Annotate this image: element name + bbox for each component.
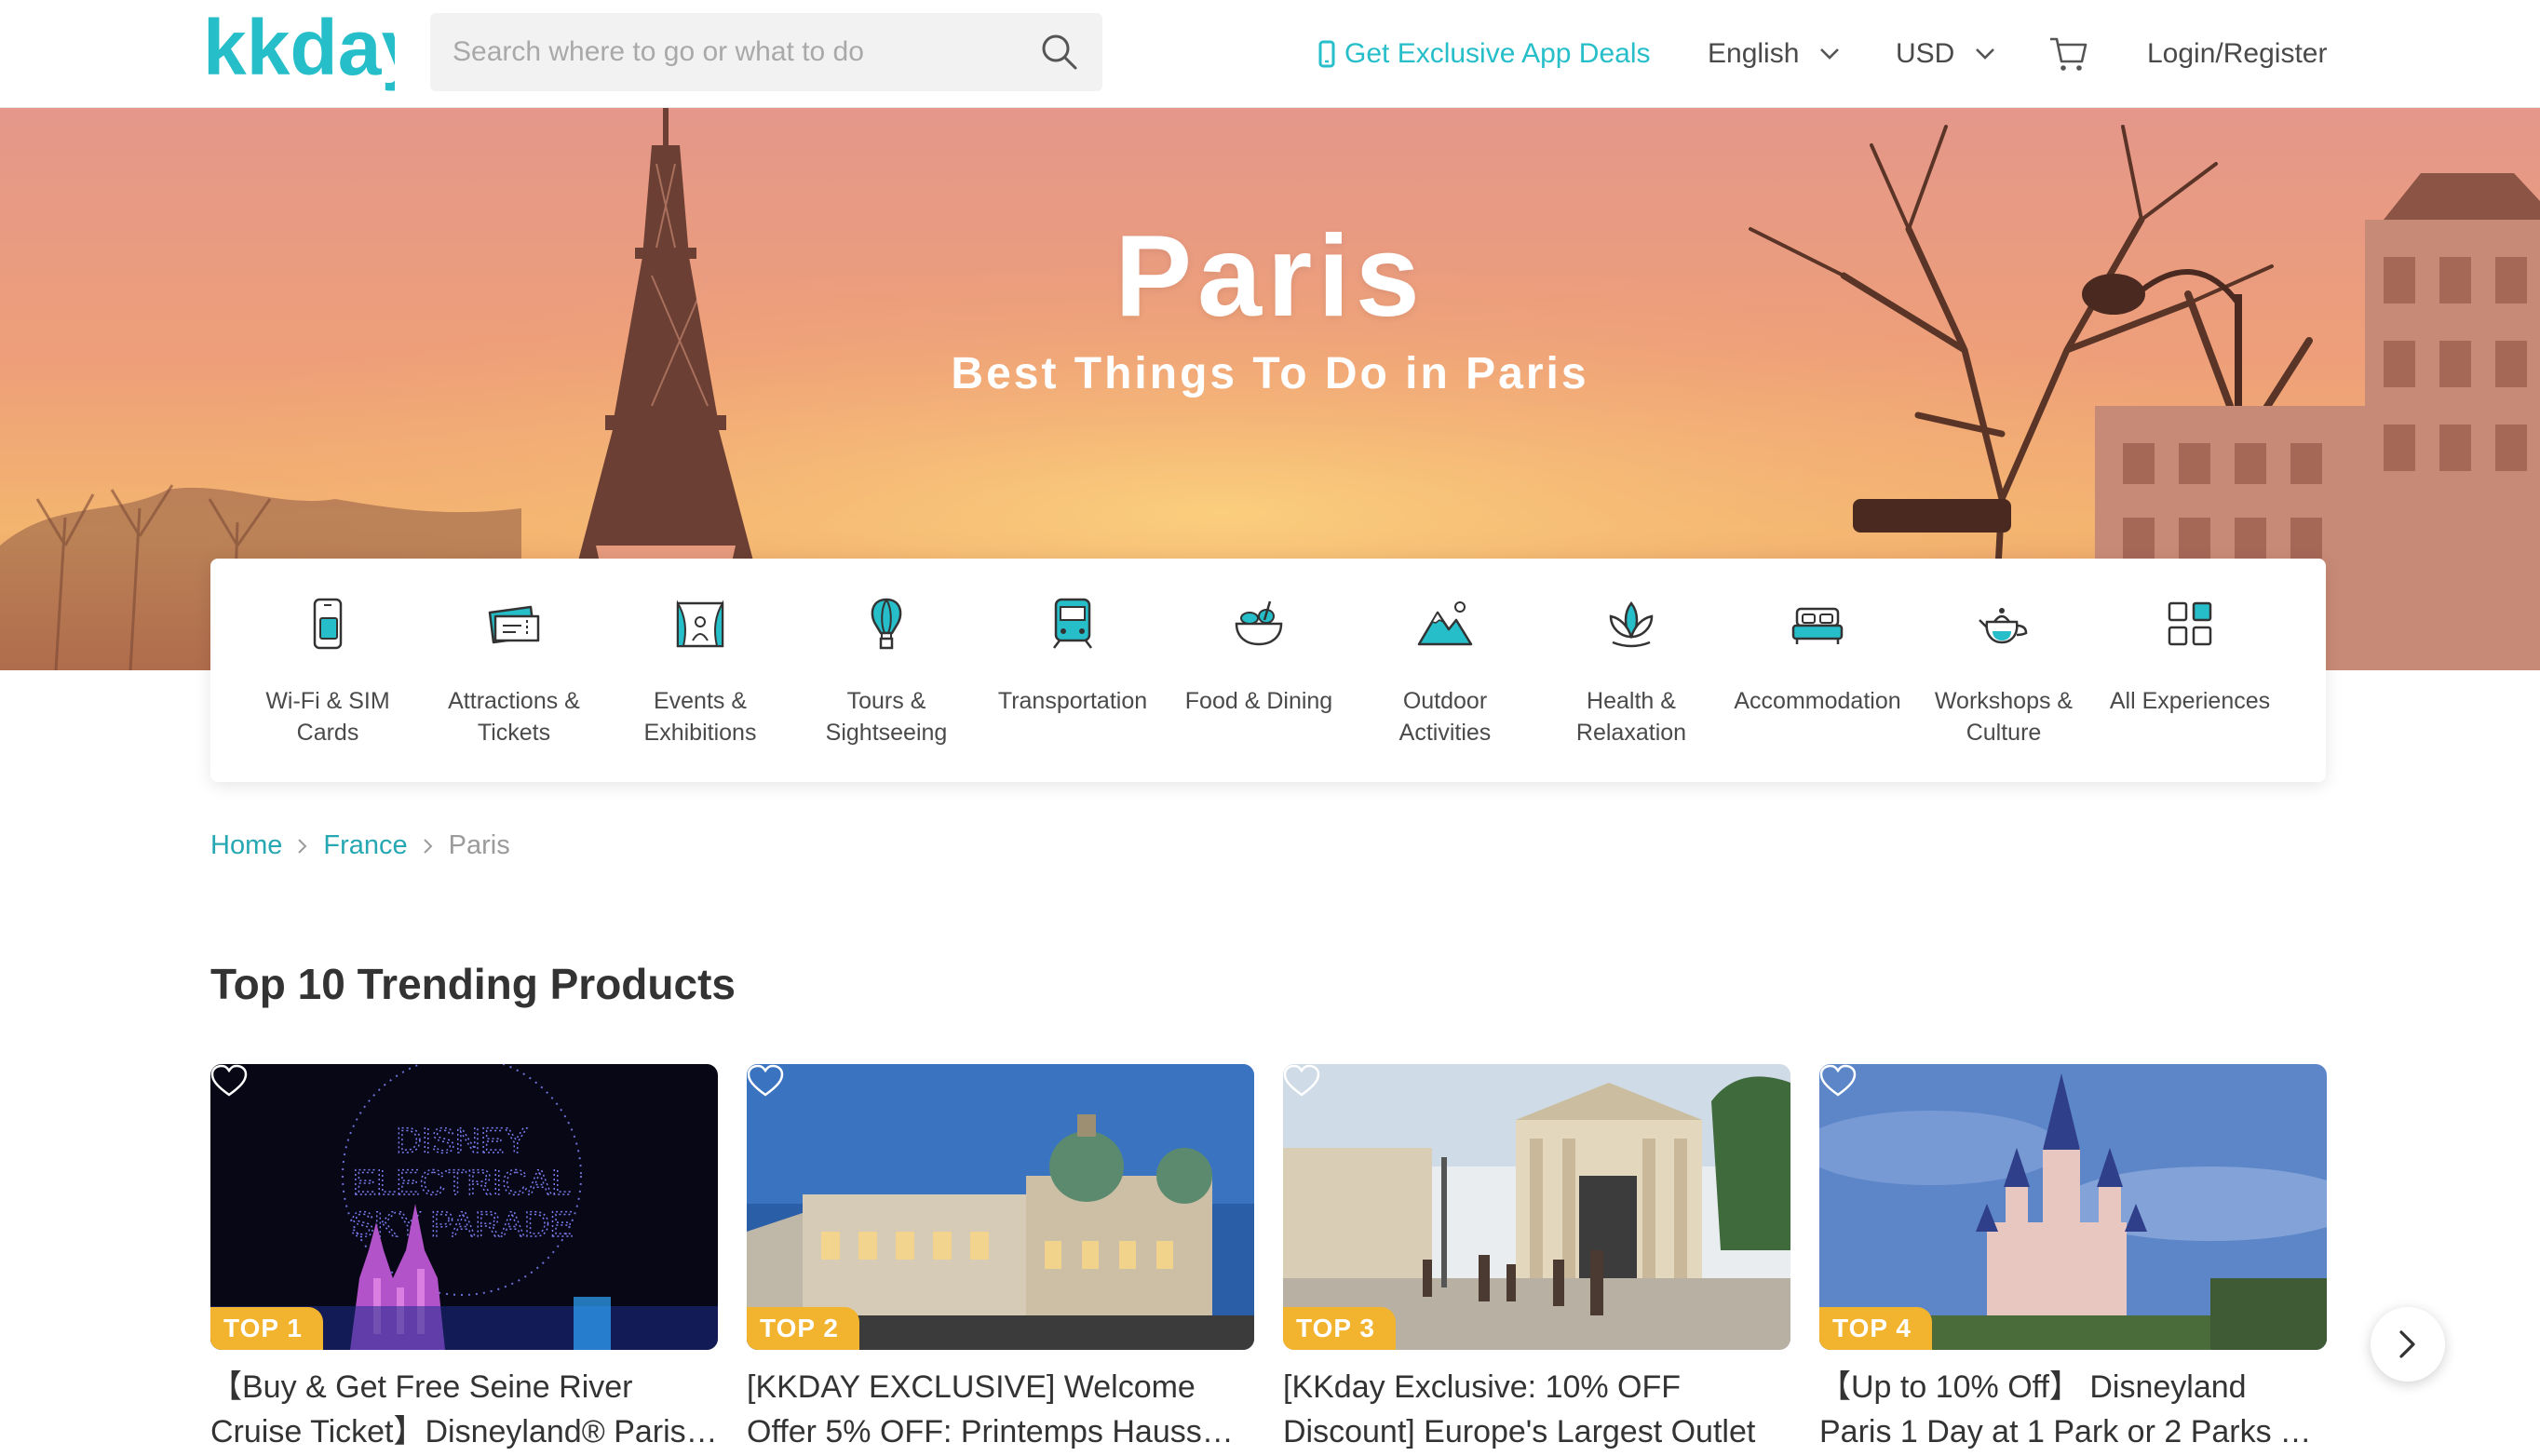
bed-icon: [1791, 607, 1844, 644]
kkday-logo[interactable]: kkday: [203, 6, 395, 99]
product-title[interactable]: 【Buy & Get Free Seine River Cruise Ticke…: [210, 1365, 718, 1454]
chevron-down-icon: [1976, 48, 1995, 60]
product-title[interactable]: [KKDAY EXCLUSIVE] Welcome Offer 5% OFF: …: [747, 1365, 1254, 1454]
currency-label: USD: [1896, 38, 1955, 69]
chevron-down-icon: [1820, 48, 1840, 60]
cart-button[interactable]: [2048, 0, 2087, 108]
chevron-right-icon: [423, 838, 433, 854]
category-accommodation[interactable]: Accommodation: [1724, 559, 1911, 782]
ticket-icon: [488, 605, 540, 644]
category-events[interactable]: Events & Exhibitions: [607, 559, 793, 782]
category-label: Accommodation: [1734, 688, 1901, 714]
lotus-icon: [1609, 600, 1654, 648]
svg-text:kkday: kkday: [203, 7, 395, 91]
app-deals-label: Get Exclusive App Deals: [1344, 38, 1651, 69]
category-label: Food & Dining: [1184, 688, 1333, 714]
product-image[interactable]: TOP 3: [1283, 1064, 1790, 1350]
product-card[interactable]: TOP 2 [KKDAY EXCLUSIVE] Welcome Offer 5%…: [747, 1064, 1254, 1454]
rank-badge: TOP 2: [747, 1307, 859, 1350]
category-label: Workshops & Culture: [1934, 688, 2074, 746]
product-image[interactable]: TOP 4: [1819, 1064, 2327, 1350]
category-label: Wi-Fi & SIM Cards: [265, 688, 390, 746]
product-card[interactable]: TOP 4 【Up to 10% Off】 Disneyland Paris 1…: [1819, 1064, 2327, 1454]
heart-icon[interactable]: [1819, 1064, 1857, 1098]
category-outdoor[interactable]: Outdoor Activities: [1352, 559, 1538, 782]
search-box[interactable]: [430, 13, 1102, 91]
rank-badge: TOP 1: [210, 1307, 323, 1350]
product-title-line: Paris 1 Day at 1 Park or 2 Parks Ticket: [1819, 1414, 2327, 1449]
app-deals-link[interactable]: Get Exclusive App Deals: [1318, 0, 1651, 108]
train-icon: [1053, 598, 1092, 649]
product-title-line: 【Buy & Get Free Seine River: [210, 1369, 633, 1405]
category-bar: Wi-Fi & SIM Cards Attractions & Tickets …: [210, 559, 2326, 782]
sim-card-icon: [313, 598, 343, 650]
breadcrumb-current: Paris: [448, 830, 510, 860]
product-card[interactable]: TOP 3 [KKday Exclusive: 10% OFF Discount…: [1283, 1064, 1790, 1454]
chevron-right-icon: [298, 838, 307, 854]
language-label: English: [1708, 38, 1800, 69]
category-tours[interactable]: Tours & Sightseeing: [793, 559, 980, 782]
breadcrumb-country[interactable]: France: [323, 830, 407, 861]
login-label: Login/Register: [2147, 38, 2328, 69]
product-image[interactable]: DISNEY ELECTRICAL SKY PARADE TOP 1: [210, 1064, 718, 1350]
category-wifi-sim[interactable]: Wi-Fi & SIM Cards: [235, 559, 421, 782]
product-title-line: Offer 5% OFF: Printemps Haussmann: [747, 1414, 1254, 1449]
language-selector[interactable]: English: [1708, 0, 1840, 108]
food-bowl-icon: [1235, 600, 1283, 646]
heart-icon[interactable]: [1283, 1064, 1320, 1098]
product-title-line: [KKDAY EXCLUSIVE] Welcome: [747, 1369, 1196, 1405]
chevron-right-icon: [2399, 1330, 2415, 1358]
category-attractions[interactable]: Attractions & Tickets: [421, 559, 607, 782]
category-label: Events & Exhibitions: [643, 688, 757, 746]
product-title[interactable]: 【Up to 10% Off】 Disneyland Paris 1 Day a…: [1819, 1365, 2327, 1454]
carousel-next-button[interactable]: [2371, 1307, 2445, 1382]
city-subtitle: Best Things To Do in Paris: [951, 349, 1589, 398]
svg-text:DISNEY: DISNEY: [396, 1122, 527, 1161]
product-title-line: Cruise Ticket】Disneyland® Paris 1 Day Ti…: [210, 1414, 718, 1449]
search-icon[interactable]: [1039, 32, 1080, 73]
teapot-icon: [1979, 608, 2028, 644]
hot-air-balloon-icon: [871, 598, 902, 650]
heart-icon[interactable]: [210, 1064, 248, 1098]
category-workshops[interactable]: Workshops & Culture: [1911, 559, 2097, 782]
section-title: Top 10 Trending Products: [210, 960, 736, 1008]
theater-icon: [676, 600, 724, 648]
svg-text:SKY PARADE: SKY PARADE: [350, 1206, 573, 1245]
category-label: Attractions & Tickets: [448, 688, 580, 746]
category-all-experiences[interactable]: All Experiences: [2097, 559, 2283, 782]
currency-selector[interactable]: USD: [1896, 0, 1995, 108]
login-register-link[interactable]: Login/Register: [2147, 0, 2327, 108]
product-title-line: Discount] Europe's Largest Outlet: [1283, 1414, 1756, 1449]
category-label: Health & Relaxation: [1575, 688, 1687, 746]
product-title[interactable]: [KKday Exclusive: 10% OFF Discount] Euro…: [1283, 1365, 1790, 1454]
category-transportation[interactable]: Transportation: [980, 559, 1166, 782]
top-header: kkday Get Exclusive App Deals English US…: [0, 0, 2540, 108]
grid-icon: [2168, 601, 2212, 646]
category-health[interactable]: Health & Relaxation: [1538, 559, 1724, 782]
heart-icon[interactable]: [747, 1064, 784, 1098]
search-input[interactable]: [453, 36, 1039, 68]
rank-badge: TOP 4: [1819, 1307, 1932, 1350]
rank-badge: TOP 3: [1283, 1307, 1396, 1350]
category-label: All Experiences: [2109, 688, 2271, 714]
breadcrumb: Home France Paris: [210, 830, 510, 861]
category-label: Transportation: [997, 688, 1148, 714]
category-label: Outdoor Activities: [1398, 688, 1492, 746]
mountain-icon: [1417, 601, 1473, 646]
svg-text:ELECTRICAL: ELECTRICAL: [353, 1164, 571, 1203]
category-label: Tours & Sightseeing: [825, 688, 948, 746]
cart-icon: [2050, 37, 2087, 71]
category-food[interactable]: Food & Dining: [1166, 559, 1352, 782]
product-title-line: [KKday Exclusive: 10% OFF: [1283, 1369, 1682, 1405]
product-image[interactable]: TOP 2: [747, 1064, 1254, 1350]
product-card[interactable]: DISNEY ELECTRICAL SKY PARADE TOP 1 【Buy …: [210, 1064, 718, 1454]
phone-icon: [1318, 40, 1335, 68]
product-title-line: 【Up to 10% Off】 Disneyland: [1819, 1369, 2247, 1405]
breadcrumb-home[interactable]: Home: [210, 830, 282, 861]
city-title: Paris: [1115, 212, 1425, 341]
